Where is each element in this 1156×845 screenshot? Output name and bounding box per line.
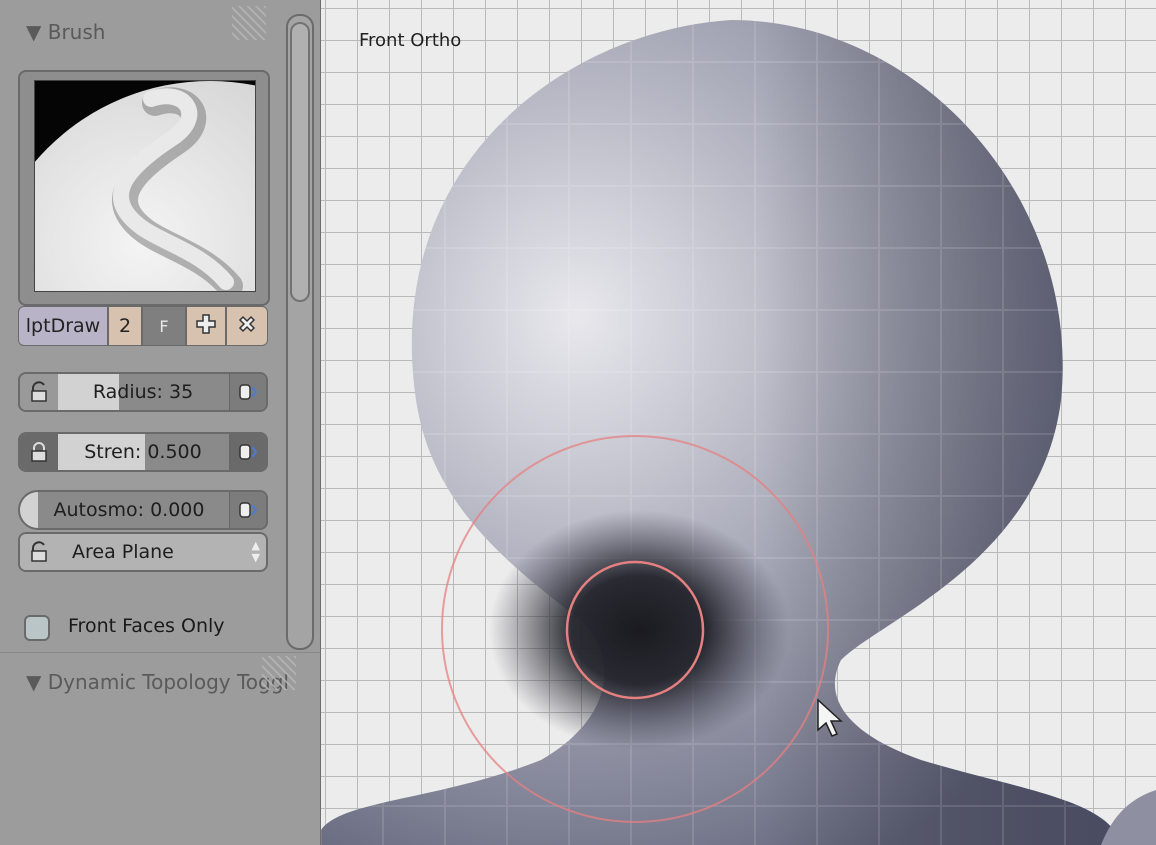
pen-pressure-icon[interactable] (229, 492, 266, 528)
front-faces-only-label: Front Faces Only (68, 615, 225, 637)
strength-label: Stren: 0.500 (84, 441, 202, 463)
3d-viewport[interactable]: Front Ortho (321, 0, 1156, 845)
section-divider (0, 652, 320, 653)
pen-pressure-icon[interactable] (229, 434, 266, 470)
brush-preview-image (34, 80, 256, 292)
sculpt-indent-shadow (489, 510, 789, 750)
brush-datablock-row: lptDraw 2 F (18, 306, 268, 346)
users-count-button[interactable]: 2 (108, 306, 142, 346)
add-brush-button[interactable] (186, 306, 226, 346)
sculpt-plane-value: Area Plane (72, 541, 174, 563)
autosmooth-slider[interactable]: Autosmo: 0.000 (18, 490, 268, 530)
lock-icon[interactable] (20, 374, 59, 410)
updown-arrows-icon: ▲ ▼ (251, 539, 260, 564)
sculpt-plane-dropdown[interactable]: Area Plane ▲ ▼ (18, 532, 268, 572)
brush-preview-button[interactable] (18, 70, 270, 306)
autosmooth-label: Autosmo: 0.000 (53, 499, 205, 521)
radius-label: Radius: 35 (92, 381, 194, 403)
lock-icon[interactable] (20, 534, 58, 570)
tool-shelf-panel: ▼ Brush lptDraw 2 F Radius: 35 Stren: 0.… (0, 0, 321, 845)
panel-scrollbar[interactable] (286, 14, 314, 650)
radius-slider[interactable]: Radius: 35 (18, 372, 268, 412)
lock-icon[interactable] (20, 434, 59, 470)
add-icon (195, 313, 217, 340)
unlink-brush-button[interactable] (226, 306, 268, 346)
fake-user-button[interactable]: F (142, 306, 186, 346)
front-faces-only-checkbox[interactable] (24, 615, 50, 641)
pen-pressure-icon[interactable] (229, 374, 266, 410)
sculpt-mesh (321, 20, 1156, 845)
brush-section-header[interactable]: ▼ Brush (26, 20, 105, 44)
panel-drag-grip[interactable] (232, 6, 266, 40)
close-icon (236, 313, 258, 340)
brush-name-field[interactable]: lptDraw (18, 306, 108, 346)
strength-slider[interactable]: Stren: 0.500 (18, 432, 268, 472)
scrollbar-thumb[interactable] (290, 22, 310, 302)
panel-drag-grip[interactable] (262, 656, 296, 690)
